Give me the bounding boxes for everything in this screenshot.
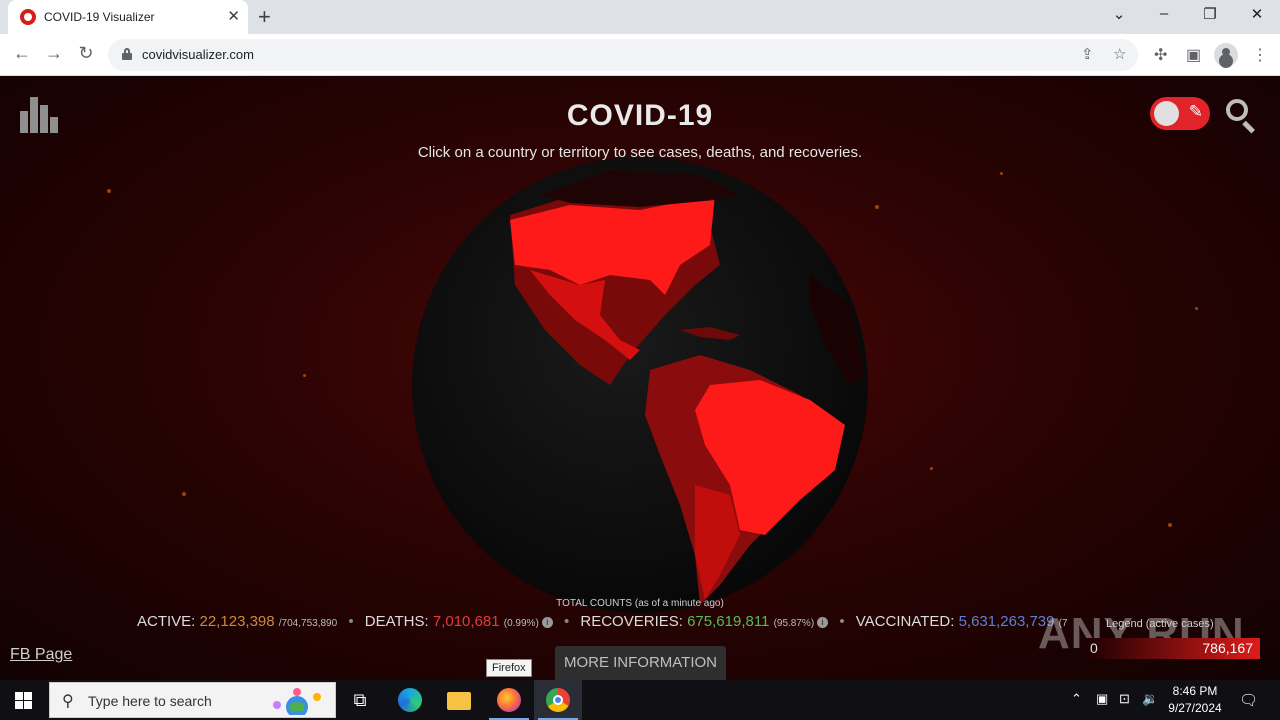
network-icon[interactable]: ⊡ [1119,691,1130,707]
separator-dot: • [348,613,354,630]
windows-start-icon[interactable] [15,692,32,709]
clock-time: 8:46 PM [1172,684,1218,698]
recoveries-pct: (95.87%) [773,618,815,629]
back-icon[interactable]: ← [10,43,34,64]
forward-icon[interactable]: → [42,43,66,64]
active-value: 22,123,398 [199,613,275,630]
clock-date: 9/27/2024 [1168,701,1222,715]
recoveries-value: 675,619,811 [687,613,770,630]
volume-icon[interactable]: 🔉 [1142,691,1158,707]
background-particle [1195,307,1198,310]
notifications-icon[interactable]: 🗨 [1239,691,1258,709]
chrome-center [553,695,563,705]
browser-toolbar: ← → ↻ covidvisualizer.com ⇪ ☆ ✣ ▣ ⋮ [0,34,1280,76]
share-icon[interactable]: ⇪ [1081,45,1094,63]
windows-taskbar: ⚲ Type here to search ⧉ ⌃ ▣ ⊡ 🔉 8:46 PM … [0,680,1280,720]
search-icon[interactable] [1226,99,1258,134]
task-view-icon[interactable]: ⧉ [336,680,384,720]
plus-icon[interactable]: + [258,4,271,30]
tray-meet-icon[interactable]: ▣ [1096,691,1108,707]
minimize-icon[interactable]: – [1152,5,1176,22]
page-title: COVID-19 [566,99,714,132]
legend-label: Legend (active cases) [1106,618,1214,630]
legend-bar: 0 786,167 [1084,638,1260,659]
tab-strip: COVID-19 Visualizer ✕ + ⌄ – ❐ ✕ [0,0,1280,34]
info-icon[interactable]: i [817,616,829,628]
background-particle [875,205,879,209]
legend-max: 786,167 [1202,640,1253,656]
edge-icon[interactable] [386,680,434,720]
address-bar[interactable]: covidvisualizer.com ⇪ ☆ [108,39,1138,71]
more-information-button[interactable]: MORE INFORMATION [555,646,726,680]
firefox-tooltip: Firefox [486,659,532,677]
search-glass-icon: ⚲ [62,693,74,710]
taskbar-clock[interactable]: 8:46 PM 9/27/2024 [1162,683,1228,717]
extensions-icon[interactable]: ✣ [1154,45,1167,65]
sidepanel-icon[interactable]: ▣ [1186,45,1201,65]
fb-page-link[interactable]: FB Page [10,646,72,664]
firefox-icon[interactable] [485,680,533,720]
window-close-icon[interactable]: ✕ [1245,5,1269,23]
active-label: ACTIVE: [137,613,196,630]
background-particle [303,374,306,377]
separator-dot: • [563,613,570,630]
deaths-label: DEATHS: [364,613,429,630]
background-particle [1168,523,1172,527]
search-highlight-icon [273,688,321,715]
close-icon[interactable]: ✕ [227,7,240,25]
profile-icon[interactable] [1214,43,1238,67]
background-particle [1000,172,1003,175]
vaccination-toggle[interactable]: ✎ [1150,97,1210,130]
taskbar-search-box[interactable]: ⚲ Type here to search [49,682,336,718]
covid-visualizer-page: COVID-19 Click on a country or territory… [0,77,1280,680]
deaths-value: 7,010,681 [432,613,500,630]
lock-icon[interactable] [122,48,132,60]
background-particle [182,492,186,496]
globe-map[interactable] [410,155,870,615]
legend-min: 0 [1090,640,1098,656]
active-total: /704,753,890 [278,618,338,629]
browser-tab[interactable]: COVID-19 Visualizer ✕ [8,0,248,34]
menu-icon[interactable]: ⋮ [1252,45,1268,65]
covid-favicon-icon [20,9,36,25]
taskbar-search-placeholder: Type here to search [88,693,212,709]
tab-search-chevron-icon[interactable]: ⌄ [1107,5,1131,23]
tray-chevron-icon[interactable]: ⌃ [1071,691,1082,707]
chrome-icon[interactable] [534,680,582,720]
background-particle [107,189,111,193]
explorer-icon[interactable] [435,680,483,720]
toggle-knob [1154,101,1179,126]
syringe-icon: ✎ [1188,102,1203,121]
url-text[interactable]: covidvisualizer.com [142,47,254,62]
info-icon[interactable]: i [541,616,553,628]
reload-icon[interactable]: ↻ [74,43,98,64]
background-particle [930,467,933,470]
separator-dot: • [839,613,845,630]
stats-line: ACTIVE: 22,123,398 /704,753,890 • DEATHS… [137,613,1068,630]
restore-icon[interactable]: ❐ [1198,5,1222,23]
vaccinated-label: VACCINATED: [855,613,955,630]
deaths-pct: (0.99%) [503,618,539,629]
recoveries-label: RECOVERIES: [580,613,683,630]
total-counts-label: TOTAL COUNTS (as of a minute ago) [556,598,724,609]
star-icon[interactable]: ☆ [1113,45,1126,63]
tab-title: COVID-19 Visualizer [44,10,155,24]
